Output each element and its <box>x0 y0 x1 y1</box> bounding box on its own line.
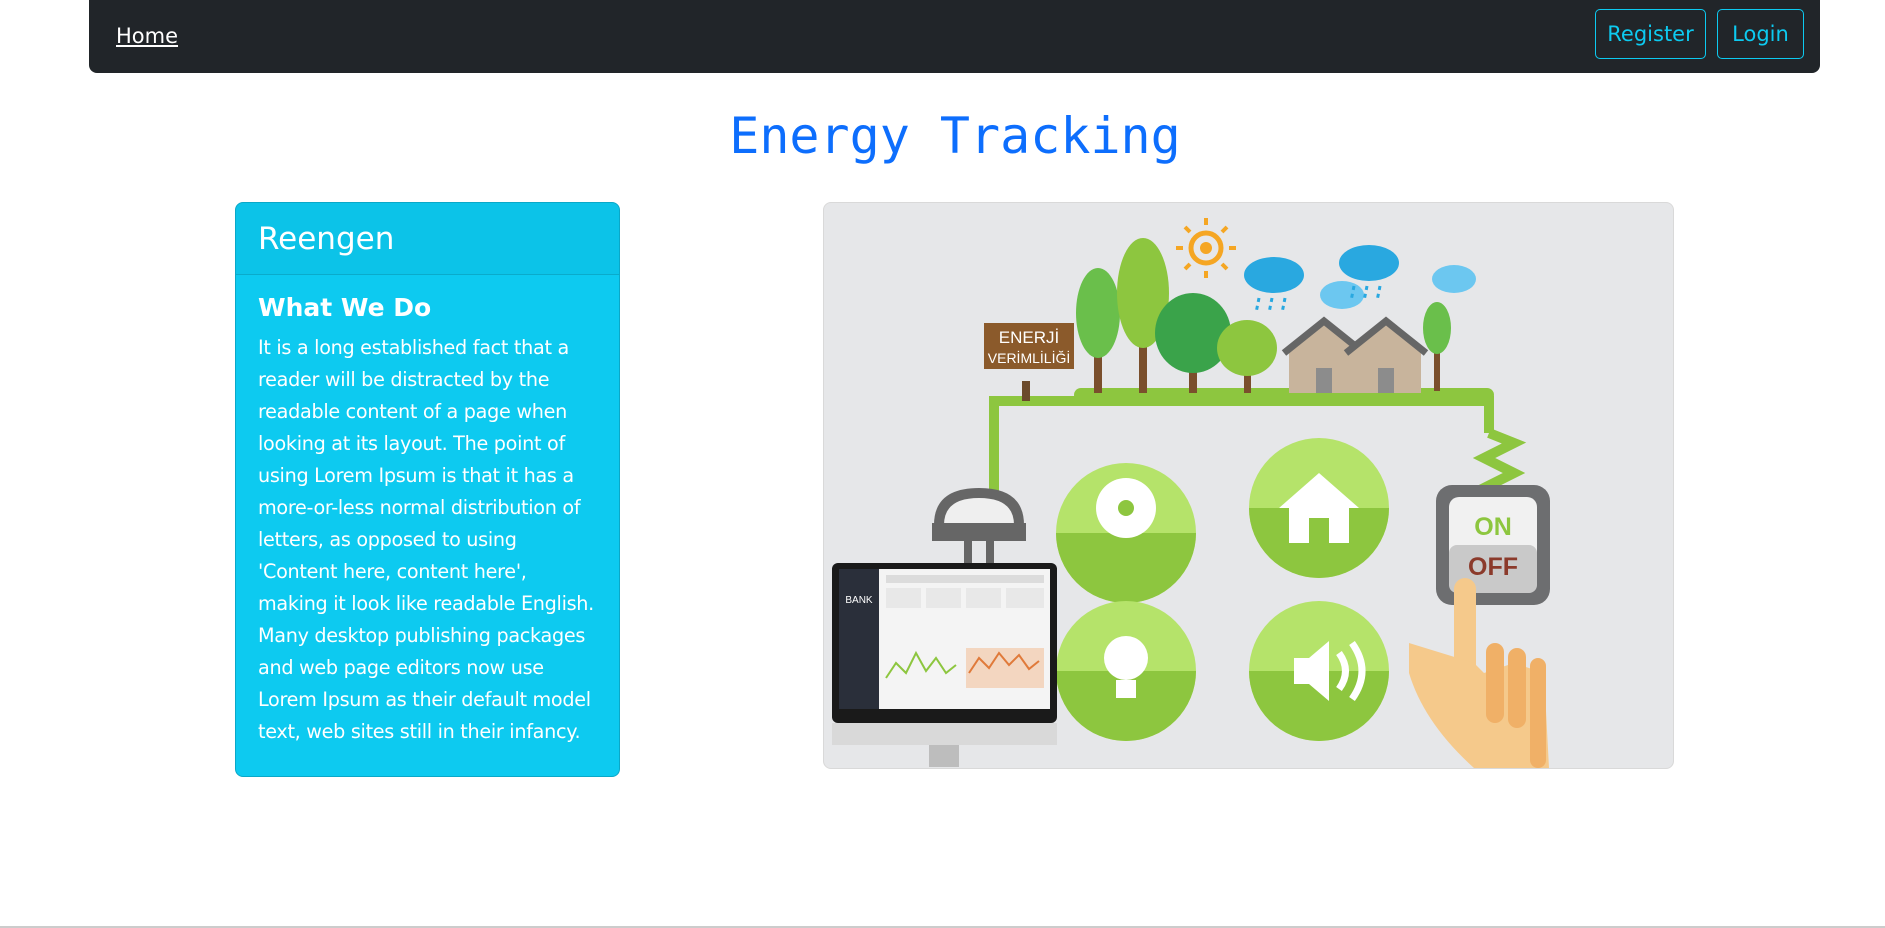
home-circle-icon <box>1249 438 1389 578</box>
bulb-circle-icon <box>1056 601 1196 741</box>
login-button[interactable]: Login <box>1717 9 1804 59</box>
speaker-circle-icon <box>1249 601 1389 741</box>
on-off-switch-icon: ON OFF <box>1436 485 1550 605</box>
sign-line2: VERİMLİLİĞİ <box>988 349 1070 366</box>
page-title: Energy Tracking <box>729 107 1181 165</box>
sun-icon <box>1176 218 1236 278</box>
energy-efficiency-illustration: ENERJİ VERİMLİLİĞİ ON OFF BANK <box>823 202 1674 769</box>
energy-sign: ENERJİ VERİMLİLİĞİ <box>984 323 1074 401</box>
plug-icon <box>932 488 1026 571</box>
ground-strip <box>1074 388 1494 402</box>
monitor-brand: BANK <box>845 595 873 606</box>
card-body: What We Do It is a long established fact… <box>236 275 619 766</box>
sign-line1: ENERJİ <box>999 328 1059 347</box>
card-title: What We Do <box>258 293 432 322</box>
houses-icon <box>1281 316 1429 393</box>
info-card: Reengen What We Do It is a long establis… <box>235 202 620 777</box>
home-link[interactable]: Home <box>116 24 178 48</box>
hand-icon <box>1409 578 1549 768</box>
card-header: Reengen <box>236 203 619 275</box>
switch-off-label: OFF <box>1468 553 1518 581</box>
top-navbar: Home Register Login <box>89 0 1820 73</box>
rain-cloud-icon <box>1244 245 1476 314</box>
fan-circle-icon <box>1056 463 1196 603</box>
card-text: It is a long established fact that a rea… <box>258 336 594 743</box>
register-button[interactable]: Register <box>1595 9 1706 59</box>
switch-on-label: ON <box>1474 513 1512 541</box>
monitor-icon: BANK <box>832 563 1057 767</box>
